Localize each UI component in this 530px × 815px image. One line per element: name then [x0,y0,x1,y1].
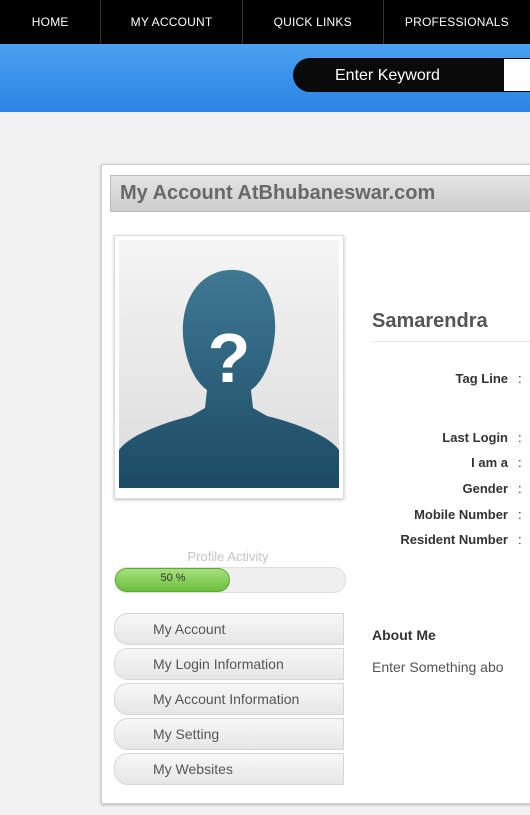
menu-my-setting[interactable]: My Setting [114,718,344,750]
about-me-text: Enter Something abo [372,659,504,675]
user-name: Samarendra [372,310,488,332]
field-i-am-a: I am a [471,455,508,470]
menu-my-websites[interactable]: My Websites [114,753,344,785]
field-gender: Gender [462,481,508,496]
field-last-login: Last Login [442,430,508,445]
field-tag-line: Tag Line [455,371,508,386]
search-label: Enter Keyword [335,67,440,84]
field-resident-number: Resident Number [400,532,508,547]
panel-header: My Account AtBhubaneswar.com [110,175,530,212]
menu-my-account-information[interactable]: My Account Information [114,683,344,715]
menu-my-account[interactable]: My Account [114,613,344,645]
nav-professionals[interactable]: PROFESSIONALS [384,0,530,44]
colon: : [518,430,522,445]
colon: : [518,532,522,547]
account-panel: My Account AtBhubaneswar.com ? Profile A… [101,164,530,804]
profile-activity-label: Profile Activity [187,549,269,564]
colon: : [518,481,522,496]
menu-my-login-information[interactable]: My Login Information [114,648,344,680]
panel-title: My Account AtBhubaneswar.com [120,182,436,204]
colon: : [518,455,522,470]
search-band: Enter Keyword [0,44,530,112]
svg-text:?: ? [208,319,251,397]
nav-my-account[interactable]: MY ACCOUNT [101,0,243,44]
about-me-heading: About Me [372,627,436,643]
avatar-placeholder-icon: ? [119,240,339,488]
search-input[interactable] [504,59,530,91]
profile-activity-value: 50 % [160,572,186,584]
nav-quick-links[interactable]: QUICK LINKS [243,0,384,44]
top-nav: HOME MY ACCOUNT QUICK LINKS PROFESSIONAL… [0,0,530,44]
profile-activity-bar: 50 % [114,567,346,593]
account-menu: My Account My Login Information My Accou… [114,613,344,788]
name-divider [372,341,530,342]
field-mobile-number: Mobile Number [414,507,508,522]
nav-home[interactable]: HOME [0,0,102,44]
colon: : [518,507,522,522]
search-box: Enter Keyword [293,58,530,92]
colon: : [518,371,522,386]
profile-photo[interactable]: ? [114,235,344,499]
